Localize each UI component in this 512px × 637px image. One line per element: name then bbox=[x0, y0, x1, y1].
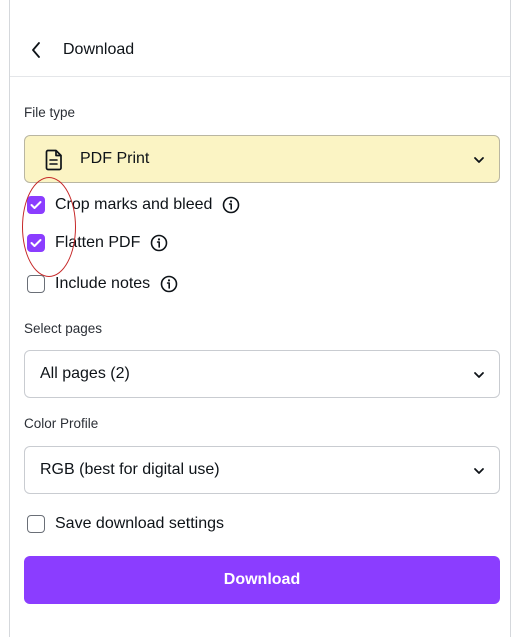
flatten-pdf-checkbox-row[interactable]: Flatten PDF bbox=[27, 231, 168, 255]
color-profile-value: RGB (best for digital use) bbox=[40, 461, 220, 478]
crop-marks-checkbox-row[interactable]: Crop marks and bleed bbox=[27, 193, 240, 217]
save-settings-checkbox-row[interactable]: Save download settings bbox=[27, 512, 224, 536]
download-button[interactable]: Download bbox=[24, 556, 500, 604]
chevron-down-icon bbox=[472, 464, 486, 478]
select-pages-label: Select pages bbox=[24, 321, 103, 336]
flatten-pdf-label: Flatten PDF bbox=[55, 234, 141, 251]
panel-header: Download bbox=[10, 26, 510, 74]
color-profile-select[interactable]: RGB (best for digital use) bbox=[24, 446, 500, 494]
header-divider bbox=[10, 76, 510, 77]
flatten-pdf-checkbox[interactable] bbox=[27, 234, 45, 252]
chevron-left-icon[interactable] bbox=[27, 40, 45, 60]
annotation-ellipse bbox=[22, 177, 76, 277]
include-notes-checkbox[interactable] bbox=[27, 275, 45, 293]
file-type-select[interactable]: PDF Print bbox=[24, 135, 500, 183]
chevron-down-icon bbox=[472, 153, 486, 167]
info-icon[interactable] bbox=[150, 234, 168, 252]
crop-marks-checkbox[interactable] bbox=[27, 196, 45, 214]
download-panel: Download File type PDF Print Crop marks … bbox=[9, 0, 511, 637]
save-settings-checkbox[interactable] bbox=[27, 515, 45, 533]
color-profile-label: Color Profile bbox=[24, 416, 99, 431]
info-icon[interactable] bbox=[222, 196, 240, 214]
select-pages-select[interactable]: All pages (2) bbox=[24, 350, 500, 398]
include-notes-checkbox-row[interactable]: Include notes bbox=[27, 272, 178, 296]
save-settings-label: Save download settings bbox=[55, 515, 224, 532]
file-type-label: File type bbox=[24, 105, 76, 120]
include-notes-label: Include notes bbox=[55, 275, 151, 292]
select-pages-value: All pages (2) bbox=[40, 365, 130, 382]
chevron-down-icon bbox=[472, 368, 486, 382]
info-icon[interactable] bbox=[160, 275, 178, 293]
crop-marks-label: Crop marks and bleed bbox=[55, 196, 213, 213]
page-title: Download bbox=[63, 41, 135, 58]
file-type-value: PDF Print bbox=[80, 150, 150, 167]
document-icon bbox=[45, 149, 63, 171]
